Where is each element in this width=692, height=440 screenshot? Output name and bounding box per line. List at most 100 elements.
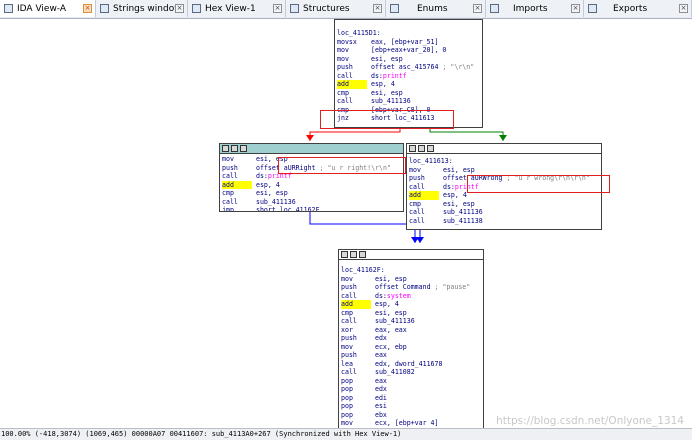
- mnemonic: lea: [341, 359, 353, 368]
- asm-line[interactable]: pop eax: [341, 377, 481, 386]
- asm-line[interactable]: add esp, 4: [337, 80, 480, 89]
- operand: edx: [371, 385, 387, 393]
- asm-line[interactable]: mov ecx, ebp: [341, 343, 481, 352]
- asm-line[interactable]: call sub_411138: [409, 217, 599, 226]
- enums-icon: [390, 4, 399, 13]
- tab-structures[interactable]: Structures ×: [286, 0, 386, 17]
- code-block-left[interactable]: mov esi, esp push offset aURRight ; "u r …: [219, 143, 404, 212]
- annotation-box-jnz: [320, 110, 454, 129]
- block-label: loc_41162F:: [341, 266, 385, 274]
- tab-strings-window[interactable]: Strings window ×: [96, 0, 188, 17]
- tab-enums[interactable]: Enums ×: [386, 0, 486, 17]
- asm-line[interactable]: pop edx: [341, 385, 481, 394]
- tab-exports[interactable]: Exports ×: [584, 0, 692, 17]
- exports-icon: [588, 4, 597, 13]
- asm-line[interactable]: mov esi, esp: [409, 166, 599, 175]
- asm-line[interactable]: push offset asc_415764 ; "\r\n": [337, 63, 480, 72]
- tab-hex-view-1[interactable]: Hex View-1 ×: [188, 0, 286, 17]
- graph-icon[interactable]: [409, 145, 416, 152]
- text-icon[interactable]: [350, 251, 357, 258]
- mnemonic: add: [222, 180, 252, 189]
- asm-line[interactable]: cmp esi, esp: [337, 89, 480, 98]
- asm-line[interactable]: pop esi: [341, 402, 481, 411]
- tab-label: Imports: [513, 3, 548, 14]
- asm-line[interactable]: push eax: [341, 351, 481, 360]
- close-icon[interactable]: ×: [273, 4, 282, 13]
- mnemonic: push: [409, 174, 425, 182]
- close-icon[interactable]: ×: [83, 4, 92, 13]
- asm-line[interactable]: call sub_411136: [409, 208, 599, 217]
- asm-line[interactable]: xor eax, eax: [341, 326, 481, 335]
- asm-line[interactable]: cmp esi, esp: [222, 189, 401, 198]
- asm-line[interactable]: jmp short loc_41162F: [222, 206, 401, 212]
- asm-line[interactable]: call sub_411136: [341, 317, 481, 326]
- asm-line[interactable]: cmp esi, esp: [409, 200, 599, 209]
- tab-imports[interactable]: Imports ×: [486, 0, 584, 17]
- graph-icon[interactable]: [222, 145, 229, 152]
- close-icon[interactable]: ×: [679, 4, 688, 13]
- asm-line[interactable]: lea edx, dword_411678: [341, 360, 481, 369]
- imports-icon: [490, 4, 499, 13]
- close-icon[interactable]: ×: [175, 4, 184, 13]
- asm-line[interactable]: mov esi, esp: [337, 55, 480, 64]
- graph-icon[interactable]: [341, 251, 348, 258]
- asm-line[interactable]: push edx: [341, 334, 481, 343]
- pin-icon[interactable]: [427, 145, 434, 152]
- operand: sub_411136: [439, 208, 483, 216]
- operand: eax: [371, 376, 387, 385]
- tab-label: Hex View-1: [205, 3, 256, 14]
- block-label: loc_411613:: [409, 157, 453, 165]
- asm-line[interactable]: pop edi: [341, 394, 481, 403]
- block-header: [339, 250, 483, 260]
- edge-false: [309, 128, 401, 141]
- mnemonic: pop: [341, 376, 353, 385]
- text-icon[interactable]: [418, 145, 425, 152]
- asm-line[interactable]: call ds:system: [341, 292, 481, 301]
- operand: ds:: [252, 172, 268, 180]
- tab-label: Enums: [417, 3, 448, 14]
- tab-label: IDA View-A: [17, 3, 67, 14]
- pin-icon[interactable]: [359, 251, 366, 258]
- asm-line[interactable]: mov esi, esp: [341, 275, 481, 284]
- pin-icon[interactable]: [240, 145, 247, 152]
- operand: ecx, [ebp+var 4]: [371, 419, 439, 427]
- operand: ds:: [371, 291, 387, 300]
- tab-label: Strings window: [113, 3, 182, 14]
- tab-label: Structures: [303, 3, 350, 14]
- asm-line[interactable]: call ds:printf: [337, 72, 480, 81]
- close-icon[interactable]: ×: [473, 4, 482, 13]
- asm-line[interactable]: add esp, 4: [341, 300, 481, 309]
- asm-line[interactable]: call sub_411082: [341, 368, 481, 377]
- asm-line[interactable]: mov [ebp+eax+var_20], 0: [337, 46, 480, 55]
- asm-line[interactable]: call sub_411136: [222, 198, 401, 207]
- asm-line[interactable]: pop ebx: [341, 411, 481, 420]
- close-icon[interactable]: ×: [571, 4, 580, 13]
- structures-icon: [290, 4, 299, 13]
- close-icon[interactable]: ×: [373, 4, 382, 13]
- mnemonic: cmp: [409, 199, 421, 208]
- tab-ida-view-a[interactable]: IDA View-A ×: [0, 0, 96, 17]
- operand: edx: [371, 334, 387, 342]
- asm-line[interactable]: movsx eax, [ebp+var_51]: [337, 38, 480, 47]
- asm-line[interactable]: add esp, 4: [222, 180, 401, 189]
- asm-line[interactable]: call sub_411136: [337, 97, 480, 106]
- mnemonic: jmp: [222, 206, 234, 212]
- text-icon[interactable]: [231, 145, 238, 152]
- mnemonic: call: [341, 291, 357, 300]
- asm-line[interactable]: mov ecx, [ebp+var 4]: [341, 419, 481, 428]
- operand: esi, esp: [367, 54, 403, 63]
- mnemonic: call: [341, 368, 357, 376]
- asm-line[interactable]: cmp esi, esp: [341, 309, 481, 318]
- operand: ds:: [439, 182, 455, 191]
- mnemonic: push: [341, 334, 357, 342]
- operand: [ebp+eax+var_20], 0: [367, 46, 447, 54]
- mnemonic: mov: [341, 342, 353, 351]
- code-block-bottom[interactable]: loc_41162F: mov esi, esp push offset Comm…: [338, 249, 484, 428]
- mnemonic: push: [337, 63, 353, 71]
- mnemonic: movsx: [337, 37, 357, 46]
- status-bar: 100.00% (-418,3074) (1069,465) 00000A07 …: [0, 428, 692, 440]
- hex-view-icon: [192, 4, 201, 13]
- asm-line[interactable]: push offset Command ; "pause": [341, 283, 481, 292]
- operand: short loc_41162F: [252, 206, 320, 212]
- mnemonic: push: [341, 283, 357, 291]
